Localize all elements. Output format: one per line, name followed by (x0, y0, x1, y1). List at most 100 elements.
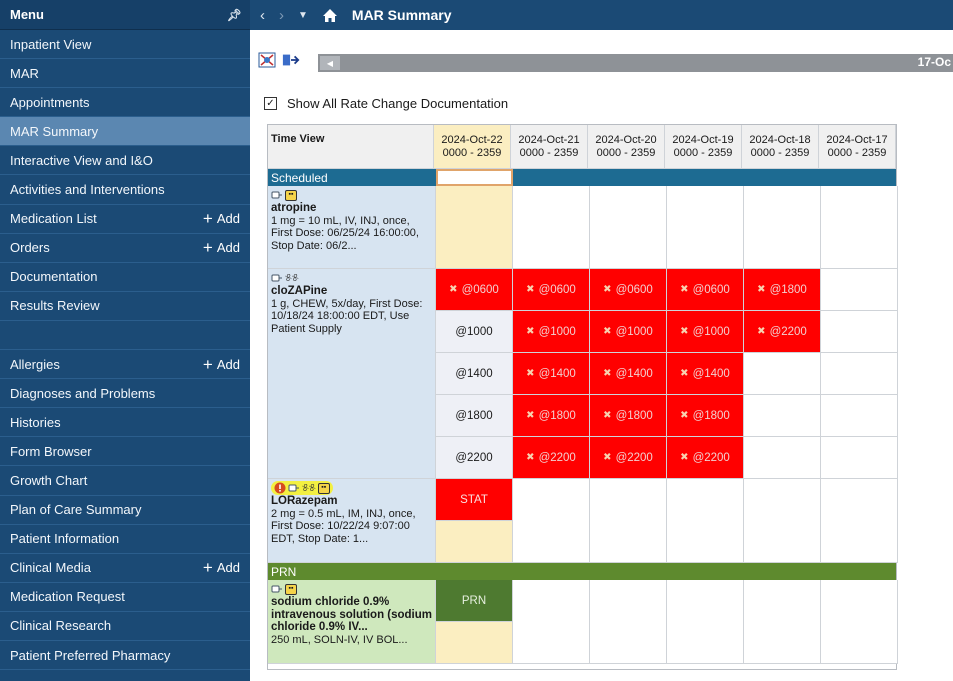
sidebar-item-inpatient-view[interactable]: Inpatient View (0, 30, 250, 60)
dose-cell[interactable]: @1400 (436, 353, 513, 395)
dose-cell[interactable]: ✖ @2200 (513, 437, 590, 479)
dose-cell[interactable]: @1000 (436, 311, 513, 353)
empty-cell[interactable] (436, 622, 513, 664)
empty-cell[interactable] (821, 395, 898, 437)
dose-cell[interactable]: ✖ @1800 (667, 395, 744, 437)
home-icon[interactable] (322, 8, 338, 23)
add-button[interactable]: + Add (203, 210, 240, 227)
dose-time: @1400 (615, 367, 653, 380)
stat-dose-cell[interactable]: STAT (436, 479, 513, 521)
column-date: 2024-Oct-18 (749, 133, 811, 146)
empty-cell[interactable] (744, 353, 821, 395)
chevron-down-icon[interactable]: ▼ (298, 10, 308, 21)
dose-cell[interactable]: ✖ @1800 (513, 395, 590, 437)
dose-cell[interactable]: ✖ @1400 (667, 353, 744, 395)
sidebar-item-growth-chart[interactable]: Growth Chart (0, 466, 250, 496)
dose-cell[interactable]: ✖ @1000 (513, 311, 590, 353)
medication-label-lorazepam[interactable]: ୫୫ ▪▪ LORazepam 2 mg = 0.5 mL, IM, INJ, onc… (268, 479, 436, 563)
dose-cell[interactable]: @1800 (436, 395, 513, 437)
empty-cell[interactable] (590, 186, 667, 269)
sidebar-item-appointments[interactable]: Appointments (0, 88, 250, 118)
iv-bag-icon (288, 484, 299, 492)
sidebar-item-patient-information[interactable]: Patient Information (0, 525, 250, 554)
empty-cell[interactable] (744, 437, 821, 479)
empty-cell[interactable] (513, 186, 590, 269)
empty-cell[interactable] (821, 186, 898, 269)
pin-icon[interactable]: 📌︎ (227, 8, 242, 22)
medication-label-clozapine[interactable]: ୫୫ cloZAPine 1 g, CHEW, 5x/day, First Dose… (268, 269, 436, 479)
empty-cell[interactable] (436, 521, 513, 563)
sidebar-item-histories[interactable]: Histories (0, 408, 250, 438)
sidebar-item-documentation[interactable]: Documentation (0, 263, 250, 292)
sidebar-item-results-review[interactable]: Results Review (0, 292, 250, 321)
dose-cell[interactable]: ✖ @1000 (590, 311, 667, 353)
empty-cell[interactable] (667, 186, 744, 269)
sidebar-item-orders[interactable]: Orders + Add (0, 234, 250, 263)
back-arrow-icon[interactable]: ‹ (260, 7, 265, 24)
empty-cell[interactable] (821, 353, 898, 395)
empty-cell[interactable] (667, 479, 744, 563)
empty-cell[interactable] (821, 311, 898, 353)
empty-cell[interactable] (590, 479, 667, 563)
selected-cell[interactable] (436, 169, 513, 186)
date-column-header[interactable]: 2024-Oct-18 0000 - 2359 (742, 125, 819, 169)
add-button[interactable]: + Add (203, 559, 240, 576)
dose-cell[interactable]: ✖ @1800 (590, 395, 667, 437)
sidebar-item-clinical-media[interactable]: Clinical Media + Add (0, 554, 250, 583)
dose-cell[interactable]: ✖ @2200 (667, 437, 744, 479)
add-button[interactable]: + Add (203, 239, 240, 256)
sidebar-item-interactive-view-and-i-o[interactable]: Interactive View and I&O (0, 146, 250, 176)
sidebar-item-form-browser[interactable]: Form Browser (0, 437, 250, 467)
show-all-checkbox[interactable]: ✓ (264, 97, 277, 110)
empty-cell[interactable] (821, 479, 898, 563)
empty-cell[interactable] (436, 186, 513, 269)
sidebar-item-medication-list[interactable]: Medication List + Add (0, 205, 250, 234)
dose-cell[interactable]: ✖ @0600 (436, 269, 513, 311)
sidebar-item-clinical-research[interactable]: Clinical Research (0, 612, 250, 641)
sidebar-item-mar[interactable]: MAR (0, 59, 250, 89)
sidebar-item-diagnoses-and-problems[interactable]: Diagnoses and Problems (0, 379, 250, 409)
sidebar-item-patient-preferred-pharmacy[interactable]: Patient Preferred Pharmacy (0, 641, 250, 671)
dose-cell[interactable]: ✖ @1400 (590, 353, 667, 395)
navigate-icon[interactable] (282, 52, 300, 68)
date-column-header[interactable]: 2024-Oct-19 0000 - 2359 (665, 125, 742, 169)
empty-cell[interactable] (744, 580, 821, 664)
dose-cell[interactable]: ✖ @0600 (667, 269, 744, 311)
empty-cell[interactable] (821, 580, 898, 664)
empty-cell[interactable] (821, 437, 898, 479)
sidebar-item-mar-summary[interactable]: MAR Summary (0, 117, 250, 147)
empty-cell[interactable] (513, 580, 590, 664)
sidebar-item-plan-of-care-summary[interactable]: Plan of Care Summary (0, 496, 250, 525)
dose-cell[interactable]: ✖ @0600 (590, 269, 667, 311)
add-button[interactable]: + Add (203, 356, 240, 373)
dose-cell[interactable]: ✖ @2200 (590, 437, 667, 479)
scroll-left-icon[interactable]: ◀ (320, 56, 340, 70)
dose-cell[interactable]: ✖ @1800 (744, 269, 821, 311)
sidebar-item-medication-request[interactable]: Medication Request (0, 583, 250, 612)
date-scroll-strip[interactable]: ◀ 17-Oc (318, 54, 953, 72)
date-column-header[interactable]: 2024-Oct-17 0000 - 2359 (819, 125, 896, 169)
sidebar-item-allergies[interactable]: Allergies + Add (0, 350, 250, 380)
prn-dose-cell[interactable]: PRN (436, 580, 513, 622)
dose-cell[interactable]: @2200 (436, 437, 513, 479)
empty-cell[interactable] (744, 186, 821, 269)
empty-cell[interactable] (744, 395, 821, 437)
empty-cell[interactable] (590, 580, 667, 664)
date-column-header[interactable]: 2024-Oct-20 0000 - 2359 (588, 125, 665, 169)
date-column-header[interactable]: 2024-Oct-22 0000 - 2359 (434, 125, 511, 169)
dose-cell[interactable]: ✖ @1400 (513, 353, 590, 395)
empty-cell[interactable] (744, 479, 821, 563)
medication-label-sodium[interactable]: ▪▪ sodium chloride 0.9% intravenous solut… (268, 580, 436, 664)
empty-cell[interactable] (667, 580, 744, 664)
empty-cell[interactable] (513, 479, 590, 563)
grid-settings-icon[interactable] (258, 52, 276, 68)
forward-arrow-icon[interactable]: › (279, 7, 284, 24)
dose-cell[interactable]: ✖ @0600 (513, 269, 590, 311)
empty-cell[interactable] (821, 269, 898, 311)
medication-label-atropine[interactable]: ▪▪ atropine 1 mg = 10 mL, IV, INJ, once, F… (268, 186, 436, 269)
sidebar-item-activities-and-interventions[interactable]: Activities and Interventions (0, 175, 250, 205)
dose-cell[interactable]: ✖ @2200 (744, 311, 821, 353)
show-all-rate-change[interactable]: ✓ Show All Rate Change Documentation (264, 96, 508, 111)
date-column-header[interactable]: 2024-Oct-21 0000 - 2359 (511, 125, 588, 169)
dose-cell[interactable]: ✖ @1000 (667, 311, 744, 353)
